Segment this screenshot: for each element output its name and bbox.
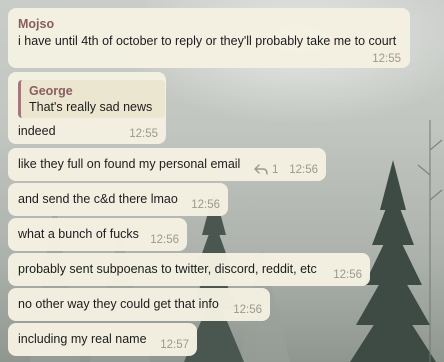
message-text: probably sent subpoenas to twitter, disc… [18, 262, 317, 276]
message-text: i have until 4th of october to reply or … [18, 34, 397, 48]
message-time: 12:56 [333, 269, 362, 281]
message-bubble[interactable]: no other way they could get that info 12… [8, 288, 270, 321]
message-bubble[interactable]: probably sent subpoenas to twitter, disc… [8, 253, 370, 286]
message-time: 12:55 [372, 53, 401, 65]
sender-name[interactable]: Mojso [18, 16, 54, 32]
reply-quote[interactable]: George That's really sad news [18, 80, 165, 118]
quote-sender-name: George [29, 84, 73, 98]
message-text: and send the c&d there lmao [18, 192, 178, 206]
message-text: no other way they could get that info [18, 297, 219, 311]
message-time: 12:56 [191, 199, 220, 211]
message-bubble[interactable]: like they full on found my personal emai… [8, 148, 326, 181]
message-text: like they full on found my personal emai… [18, 157, 241, 171]
message-time: 12:56 [150, 234, 179, 246]
message-bubble[interactable]: and send the c&d there lmao 12:56 [8, 183, 228, 216]
message-bubble[interactable]: what a bunch of fucks 12:56 [8, 218, 187, 251]
message-text: what a bunch of fucks [18, 227, 139, 241]
message-bubble[interactable]: George That's really sad news indeed 12:… [8, 72, 166, 144]
replies-indicator[interactable]: 1 [254, 162, 278, 178]
message-time: 12:56 [233, 304, 262, 316]
message-time: 12:55 [129, 128, 158, 140]
message-text: including my real name [18, 332, 147, 346]
reply-arrow-icon [254, 164, 268, 176]
message-text: indeed [18, 124, 56, 138]
reply-count: 1 [272, 164, 279, 176]
message-time: 12:57 [160, 339, 189, 351]
message-bubble[interactable]: Mojso i have until 4th of october to rep… [8, 8, 410, 68]
quote-text: That's really sad news [29, 100, 153, 114]
message-bubble[interactable]: including my real name 12:57 [8, 323, 197, 356]
message-time: 12:56 [289, 164, 318, 176]
